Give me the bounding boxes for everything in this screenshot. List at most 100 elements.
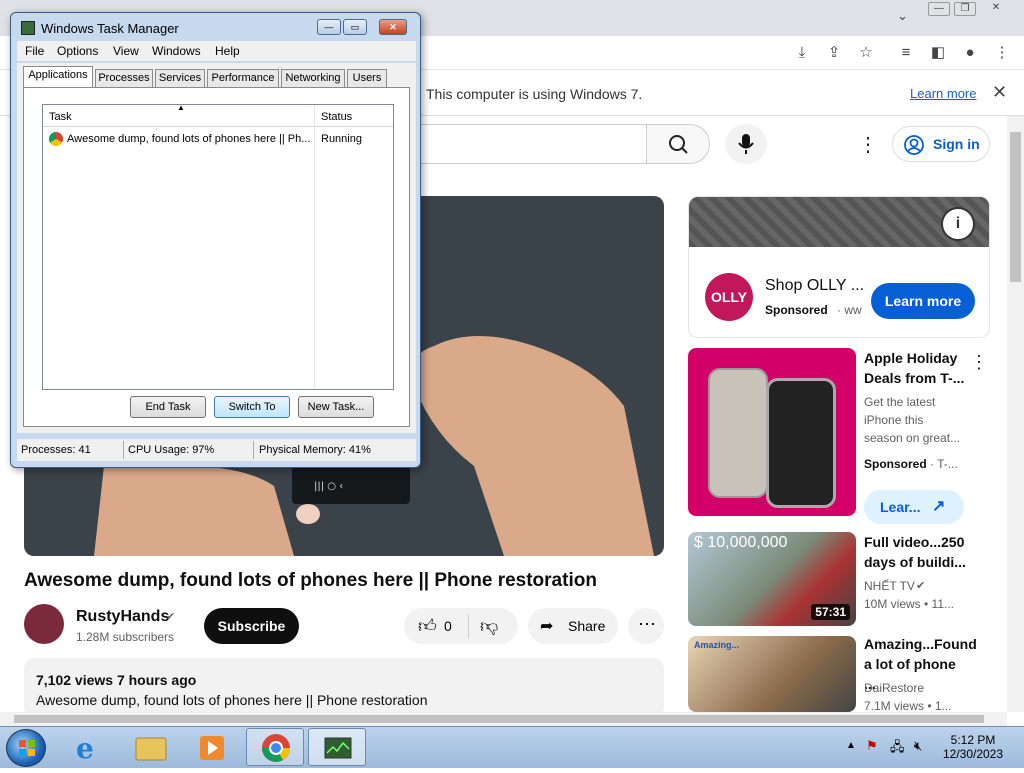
sign-in-button[interactable]: Sign in bbox=[892, 126, 990, 162]
infobar-close-icon[interactable]: ✕ bbox=[992, 82, 1007, 103]
thumbs-down-icon[interactable]: 👎︎ bbox=[480, 615, 498, 637]
vertical-scrollbar[interactable] bbox=[1007, 116, 1024, 712]
windows-logo-icon bbox=[19, 740, 35, 756]
taskbar-chrome[interactable] bbox=[246, 728, 304, 766]
internet-explorer-icon: e bbox=[76, 732, 94, 765]
ad-info-icon[interactable]: i bbox=[941, 207, 975, 241]
tab-networking[interactable]: Networking bbox=[281, 69, 345, 87]
taskbar-ie[interactable]: e bbox=[60, 728, 118, 766]
taskbar-task-manager[interactable] bbox=[308, 728, 366, 766]
sidebar-title[interactable]: Amazing...Found bbox=[864, 634, 977, 654]
like-button[interactable]: 👍︎ 0 👎︎ bbox=[404, 608, 518, 644]
search-input[interactable] bbox=[420, 124, 646, 164]
olly-logo: OLLY bbox=[705, 273, 753, 321]
voice-search-button[interactable] bbox=[725, 124, 767, 164]
applications-panel: Task ▲ Status Awesome dump, found lots o… bbox=[23, 87, 410, 427]
restore-button[interactable]: ❐ bbox=[954, 2, 976, 16]
infobar-learn-more-link[interactable]: Learn more bbox=[910, 86, 976, 101]
tm-minimize-button[interactable]: — bbox=[317, 19, 341, 35]
share-button[interactable]: ➦ Share bbox=[528, 608, 618, 644]
search-button[interactable] bbox=[646, 124, 710, 164]
sidebar-title[interactable]: Full video...250 bbox=[864, 532, 968, 552]
video-thumbnail[interactable]: $ 10,000,000 57:31 bbox=[688, 532, 856, 626]
task-row-status: Running bbox=[321, 133, 362, 145]
media-queue-icon[interactable]: ≡ bbox=[896, 44, 916, 62]
channel-avatar[interactable] bbox=[24, 604, 64, 644]
task-manager-icon bbox=[21, 21, 35, 35]
description-box[interactable] bbox=[24, 658, 664, 718]
menu-file[interactable]: File bbox=[25, 44, 44, 58]
apple-ad-thumbnail[interactable] bbox=[688, 348, 856, 516]
sidebar-desc: iPhone this bbox=[864, 413, 924, 427]
chrome-icon bbox=[262, 734, 290, 762]
side-panel-icon[interactable]: ◧ bbox=[928, 44, 948, 62]
browser-menu-icon[interactable]: ⋮ bbox=[992, 44, 1012, 62]
tab-search-chevron-icon[interactable]: ⌄ bbox=[897, 8, 908, 24]
ad-card[interactable]: i OLLY Shop OLLY ... Sponsored · ww Lear… bbox=[688, 196, 990, 338]
sidebar-sponsored: Sponsored bbox=[864, 457, 927, 471]
sidebar-advertiser: · T-... bbox=[930, 457, 958, 471]
tab-processes[interactable]: Processes bbox=[95, 69, 153, 87]
end-task-button[interactable]: End Task bbox=[130, 396, 206, 418]
task-row-name[interactable]: Awesome dump, found lots of phones here … bbox=[67, 133, 311, 145]
clock-time: 5:12 PM bbox=[950, 733, 996, 747]
column-status[interactable]: Status bbox=[321, 111, 352, 123]
install-icon[interactable]: ⤓ bbox=[792, 44, 812, 62]
view-count-date: 7,102 views 7 hours ago bbox=[36, 672, 197, 688]
status-memory: Physical Memory: 41% bbox=[259, 444, 371, 456]
system-clock[interactable]: 5:12 PM 12/30/2023 bbox=[940, 733, 1006, 761]
channel-name[interactable]: RustyHands bbox=[76, 608, 169, 626]
menu-options[interactable]: Options bbox=[57, 44, 98, 58]
menu-help[interactable]: Help bbox=[215, 44, 240, 58]
external-link-icon: ↗ bbox=[932, 498, 946, 515]
action-center-icon[interactable]: ⚑ bbox=[866, 738, 878, 754]
ad-title[interactable]: Shop OLLY ... bbox=[765, 277, 864, 295]
taskbar-media-player[interactable] bbox=[184, 728, 242, 766]
video-thumbnail[interactable]: Amazing... bbox=[688, 636, 856, 712]
more-actions-button[interactable]: ⋯ bbox=[628, 608, 664, 644]
tm-statusbar: Processes: 41 CPU Usage: 97% Physical Me… bbox=[17, 439, 416, 461]
close-window-button[interactable]: ✕ bbox=[985, 2, 1007, 16]
tray-expand-icon[interactable]: ▲ bbox=[846, 740, 856, 751]
tm-close-button[interactable]: ✕ bbox=[379, 19, 407, 35]
tm-menubar: File Options View Windows Help bbox=[17, 41, 416, 61]
task-manager-icon bbox=[324, 737, 352, 759]
tab-services[interactable]: Services bbox=[155, 69, 205, 87]
task-manager-window[interactable]: Windows Task Manager — ▭ ✕ File Options … bbox=[10, 12, 421, 468]
horizontal-scrollbar[interactable] bbox=[0, 712, 1007, 726]
sidebar-title[interactable]: days of buildi... bbox=[864, 552, 968, 572]
bookmark-star-icon[interactable]: ☆ bbox=[856, 44, 876, 62]
settings-menu-icon[interactable]: ⋮ bbox=[858, 132, 878, 157]
sidebar-title[interactable]: Deals from T-... bbox=[864, 368, 968, 388]
profile-icon[interactable]: ● bbox=[960, 44, 980, 62]
column-task[interactable]: Task bbox=[49, 111, 72, 123]
status-cpu: CPU Usage: 97% bbox=[128, 444, 215, 456]
ad-learn-more-button[interactable]: Learn more bbox=[871, 283, 975, 319]
minimize-button[interactable]: — bbox=[928, 2, 950, 16]
network-icon[interactable]: 🖧︎ bbox=[890, 738, 905, 760]
sidebar-channel[interactable]: DaiRestore bbox=[864, 681, 924, 695]
vertical-scroll-thumb[interactable] bbox=[1010, 132, 1021, 282]
horizontal-scroll-thumb[interactable] bbox=[14, 715, 984, 723]
start-button[interactable] bbox=[6, 729, 46, 767]
tm-maximize-button[interactable]: ▭ bbox=[343, 19, 367, 35]
sidebar-channel[interactable]: NHẾT TV bbox=[864, 579, 915, 593]
task-list[interactable]: Task ▲ Status Awesome dump, found lots o… bbox=[42, 103, 394, 390]
apple-learn-more-button[interactable]: Lear... ↗ bbox=[864, 490, 964, 524]
subscribe-button[interactable]: Subscribe bbox=[204, 608, 299, 644]
sidebar-title[interactable]: Apple Holiday bbox=[864, 348, 968, 368]
volume-muted-icon[interactable]: 🔇︎ bbox=[914, 738, 922, 754]
menu-view[interactable]: View bbox=[113, 44, 139, 58]
tab-performance[interactable]: Performance bbox=[207, 69, 279, 87]
tab-users[interactable]: Users bbox=[347, 69, 387, 87]
folder-icon bbox=[135, 737, 167, 761]
menu-windows[interactable]: Windows bbox=[152, 44, 201, 58]
sidebar-item-menu-icon[interactable]: ⋮ bbox=[970, 352, 988, 373]
share-page-icon[interactable]: ⇪ bbox=[824, 44, 844, 62]
share-label: Share bbox=[568, 618, 606, 634]
taskbar-explorer[interactable] bbox=[122, 728, 180, 766]
more-horizontal-icon: ⋯ bbox=[638, 614, 656, 634]
new-task-button[interactable]: New Task... bbox=[298, 396, 374, 418]
tab-applications[interactable]: Applications bbox=[23, 66, 93, 87]
switch-to-button[interactable]: Switch To bbox=[214, 396, 290, 418]
